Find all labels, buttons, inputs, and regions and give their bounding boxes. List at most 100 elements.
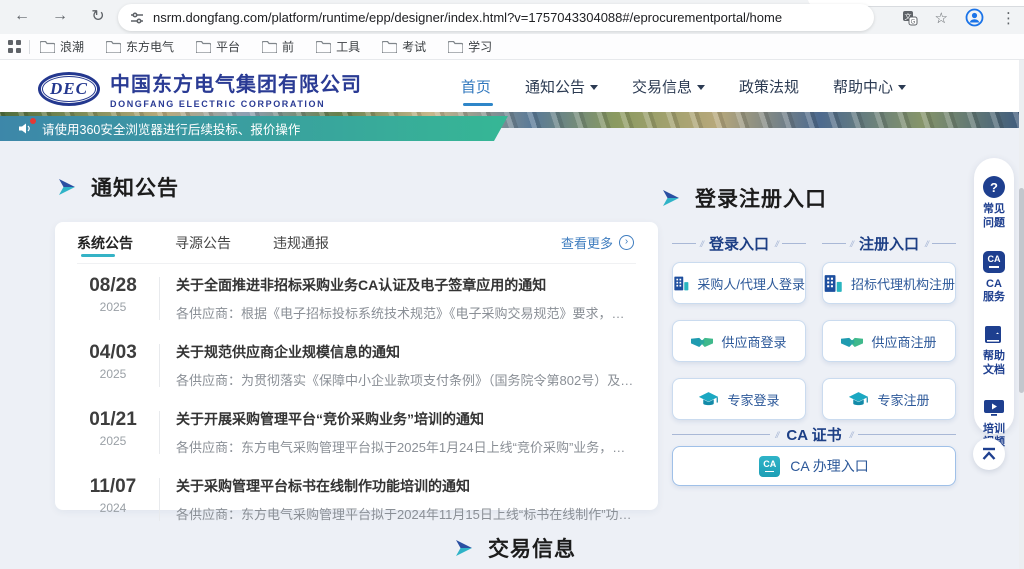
section-arrow-icon — [58, 178, 78, 196]
notice-title[interactable]: 关于规范供应商企业规模信息的通知 — [176, 342, 636, 362]
login-column-header: // 登录入口 // — [672, 233, 806, 254]
nav-item-policies[interactable]: 政策法规 — [739, 60, 799, 112]
address-bar[interactable]: nsrm.dongfang.com/platform/runtime/epp/d… — [118, 4, 874, 31]
folder-icon — [262, 41, 277, 53]
notice-title[interactable]: 关于全面推进非招标采购业务CA认证及电子签章应用的通知 — [176, 275, 636, 295]
folder-icon — [196, 41, 211, 53]
tab-sourcing-notices[interactable]: 寻源公告 — [175, 222, 231, 263]
bookmark-folder[interactable]: 平台 — [196, 38, 240, 55]
reload-icon[interactable]: ↻ — [86, 4, 110, 28]
section-arrow-icon — [455, 539, 475, 557]
login-section-title: 登录注册入口 — [662, 183, 827, 213]
expert-register-button[interactable]: 专家注册 — [822, 378, 956, 420]
company-name-en: DONGFANG ELECTRIC CORPORATION — [110, 99, 362, 109]
divider — [159, 277, 160, 320]
folder-icon — [106, 41, 121, 53]
notice-desc: 各供应商：根据《电子招标投标系统技术规范》《电子采购交易规范》要求，东方电气采购… — [176, 303, 636, 322]
notice-date: 01/21 2025 — [77, 409, 149, 448]
bookmark-folder[interactable]: 学习 — [448, 38, 492, 55]
chevron-down-icon — [590, 85, 598, 90]
floating-side-toolbar: ? 常见问题 CA CA服务 帮助文档 培训视频 — [974, 158, 1014, 434]
ca-certificate-header: // CA 证书 // — [672, 424, 956, 445]
bookmark-folder[interactable]: 工具 — [316, 38, 360, 55]
bookmark-star-icon[interactable]: ☆ — [935, 9, 948, 27]
notices-card: 系统公告 寻源公告 违规通报 查看更多 › 08/28 2025 关于全面推进非… — [55, 222, 658, 510]
divider — [159, 478, 160, 521]
ca-apply-button[interactable]: CA CA 办理入口 — [672, 446, 956, 486]
back-to-top-button[interactable] — [973, 438, 1005, 470]
url-text[interactable]: nsrm.dongfang.com/platform/runtime/epp/d… — [153, 10, 782, 25]
notice-title[interactable]: 关于开展采购管理平台“竞价采购业务”培训的通知 — [176, 409, 636, 429]
divider — [29, 40, 30, 54]
nav-item-home[interactable]: 首页 — [461, 60, 491, 112]
purchaser-login-button[interactable]: 采购人/代理人登录 — [672, 262, 806, 304]
supplier-login-button[interactable]: 供应商登录 — [672, 320, 806, 362]
help-doc-icon — [983, 325, 1005, 345]
notice-list-item[interactable]: 08/28 2025 关于全面推进非招标采购业务CA认证及电子签章应用的通知 各… — [77, 264, 636, 331]
notice-list-item[interactable]: 11/07 2024 关于采购管理平台标书在线制作功能培训的通知 各供应商：东方… — [77, 465, 636, 532]
notice-list-item[interactable]: 01/21 2025 关于开展采购管理平台“竞价采购业务”培训的通知 各供应商：… — [77, 398, 636, 465]
notice-date: 08/28 2025 — [77, 275, 149, 314]
supplier-register-button[interactable]: 供应商注册 — [822, 320, 956, 362]
nav-item-help-center[interactable]: 帮助中心 — [833, 60, 906, 112]
notices-section-title: 通知公告 — [58, 172, 179, 202]
forward-icon[interactable]: → — [48, 4, 72, 28]
speaker-icon — [18, 122, 32, 135]
bookmark-folder[interactable]: 浪潮 — [40, 38, 84, 55]
tab-system-notices[interactable]: 系统公告 — [77, 222, 133, 263]
tab-violation-reports[interactable]: 违规通报 — [273, 222, 329, 263]
svg-text:G: G — [910, 19, 915, 25]
circle-arrow-icon: › — [619, 235, 634, 250]
expert-login-button[interactable]: 专家登录 — [672, 378, 806, 420]
scrollbar-track[interactable] — [1019, 60, 1024, 569]
browser-toolbar: ← → ↻ nsrm.dongfang.com/platform/runtime… — [0, 0, 1024, 34]
scrollbar-thumb[interactable] — [1019, 188, 1024, 393]
translate-icon[interactable]: 文G — [902, 10, 918, 26]
bookmark-folder[interactable]: 考试 — [382, 38, 426, 55]
screen: ← → ↻ nsrm.dongfang.com/platform/runtime… — [0, 0, 1024, 569]
question-icon: ? — [983, 176, 1005, 198]
ca-service-button[interactable]: CA CA服务 — [981, 245, 1007, 312]
divider — [159, 411, 160, 454]
bookmark-folder[interactable]: 东方电气 — [106, 38, 174, 55]
main-nav: 首页 通知公告 交易信息 政策法规 帮助中心 — [461, 60, 906, 112]
folder-icon — [316, 41, 331, 53]
video-icon — [983, 398, 1005, 418]
menu-dots-icon[interactable]: ⋮ — [1001, 9, 1016, 27]
divider — [159, 344, 160, 387]
bookmarks-bar: 浪潮 东方电气 平台 前 工具 考试 学习 — [0, 34, 1024, 60]
notice-date: 04/03 2025 — [77, 342, 149, 381]
notification-dot — [30, 118, 36, 124]
notice-desc: 各供应商：东方电气采购管理平台拟于2024年11月15日上线“标书在线制作”功能… — [176, 504, 636, 523]
company-name-cn: 中国东方电气集团有限公司 — [110, 68, 362, 97]
notice-desc: 各供应商：东方电气采购管理平台拟于2025年1月24日上线“竞价采购”业务，为帮… — [176, 437, 636, 456]
bookmark-folder[interactable]: 前 — [262, 38, 294, 55]
back-icon[interactable]: ← — [10, 4, 34, 28]
notice-title[interactable]: 关于采购管理平台标书在线制作功能培训的通知 — [176, 476, 636, 496]
faq-button[interactable]: ? 常见问题 — [981, 170, 1007, 237]
browser-warning-banner: 请使用360安全浏览器进行后续投标、报价操作 — [0, 116, 508, 141]
site-info-icon[interactable] — [130, 11, 144, 25]
profile-icon[interactable] — [965, 8, 984, 27]
view-more-link[interactable]: 查看更多 › — [561, 233, 634, 252]
handshake-icon — [691, 334, 713, 349]
building-icon — [673, 274, 689, 293]
agency-register-button[interactable]: 招标代理机构注册 — [822, 262, 956, 304]
folder-icon — [382, 41, 397, 53]
handshake-icon — [841, 334, 863, 349]
nav-item-trade-info[interactable]: 交易信息 — [632, 60, 705, 112]
site-header: DEC 中国东方电气集团有限公司 DONGFANG ELECTRIC CORPO… — [0, 60, 1024, 112]
building-icon — [823, 274, 843, 293]
help-docs-button[interactable]: 帮助文档 — [981, 319, 1007, 384]
apps-grid-icon[interactable] — [8, 40, 21, 53]
nav-item-notices[interactable]: 通知公告 — [525, 60, 598, 112]
folder-icon — [448, 41, 463, 53]
company-logo[interactable]: DEC 中国东方电气集团有限公司 DONGFANG ELECTRIC CORPO… — [38, 68, 362, 109]
ca-badge-icon: CA — [759, 456, 780, 477]
notice-list-item[interactable]: 04/03 2025 关于规范供应商企业规模信息的通知 各供应商：为贯彻落实《保… — [77, 331, 636, 398]
section-arrow-icon — [662, 189, 682, 207]
graduation-cap-icon — [848, 391, 869, 408]
trade-section-title: 交易信息 — [455, 533, 576, 563]
chevron-down-icon — [697, 85, 705, 90]
ca-card-icon: CA — [983, 251, 1005, 273]
